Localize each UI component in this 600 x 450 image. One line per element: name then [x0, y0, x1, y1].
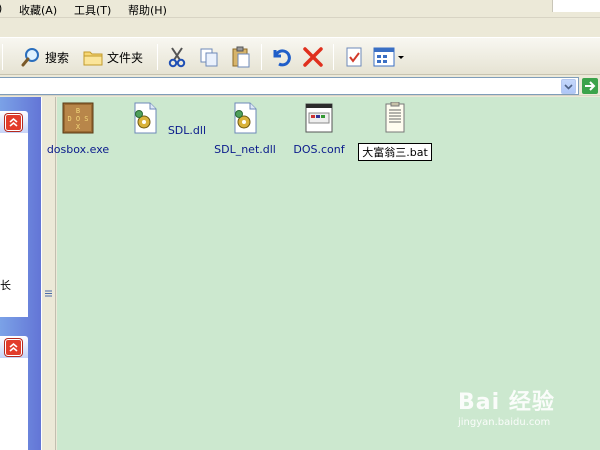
properties-button[interactable]	[343, 44, 365, 70]
address-field[interactable]	[0, 77, 579, 95]
file-name: DOS.conf	[293, 143, 345, 156]
file-item-dosbox[interactable]: B D O S X dosbox.exe	[38, 102, 118, 156]
task-panel-header	[0, 111, 28, 133]
file-name: SDL_net.dll	[214, 143, 276, 156]
delete-icon	[303, 47, 323, 67]
properties-icon	[346, 47, 362, 67]
views-icon	[373, 47, 404, 67]
paste-button[interactable]	[230, 44, 252, 70]
address-dropdown-button[interactable]	[561, 79, 576, 94]
file-view[interactable]: B D O S X dosbox.exe SDL.dll SDL_net.dll	[47, 97, 600, 450]
grip-icon	[45, 290, 52, 297]
menu-item-favorites[interactable]: 收藏(A)	[19, 2, 57, 18]
toolbar-separator	[333, 44, 334, 70]
go-arrow-icon	[582, 78, 598, 94]
toolbar-separator	[157, 44, 158, 70]
task-pane: 长	[0, 97, 41, 450]
menu-item-tools[interactable]: 工具(T)	[74, 2, 111, 18]
standard-toolbar: 搜索 文件夹	[0, 37, 600, 75]
chevron-up-double-icon	[9, 117, 18, 127]
search-label: 搜索	[45, 50, 70, 65]
svg-text:D O S: D O S	[67, 115, 88, 123]
dll-icon	[134, 102, 157, 134]
file-name: dosbox.exe	[46, 143, 110, 156]
file-item-sdl-net[interactable]: SDL_net.dll	[205, 102, 285, 156]
cut-button[interactable]	[166, 44, 188, 70]
file-item-sdl[interactable]: SDL.dll	[129, 102, 209, 137]
delete-button[interactable]	[302, 44, 324, 70]
menu-item-help[interactable]: 帮助(H)	[128, 2, 167, 18]
collapse-button[interactable]	[5, 114, 22, 131]
baidu-jingyan-watermark: Bai 经验 jingyan.baidu.com	[458, 384, 555, 428]
scissors-icon	[168, 47, 186, 68]
file-item-bat[interactable]: 大富翁三.bat	[355, 101, 435, 161]
address-bar	[0, 76, 600, 96]
task-panel-text-fragment: 长	[0, 279, 11, 292]
folders-label: 文件夹	[107, 50, 144, 65]
undo-button[interactable]	[270, 44, 292, 70]
file-item-dos-conf[interactable]: DOS.conf	[279, 102, 359, 156]
collapse-button[interactable]	[5, 339, 22, 356]
file-name: SDL.dll	[167, 124, 207, 137]
toolbar-separator	[2, 44, 3, 70]
svg-text:B: B	[76, 107, 80, 115]
go-button[interactable]	[582, 78, 598, 94]
task-panel-body: 长	[0, 133, 28, 317]
chevron-up-double-icon	[9, 342, 18, 352]
dosbox-icon: B D O S X	[62, 102, 94, 134]
file-name-rename-box[interactable]: 大富翁三.bat	[358, 143, 432, 161]
paste-icon	[232, 46, 250, 68]
watermark-url: jingyan.baidu.com	[458, 417, 551, 428]
menu-item-fragment[interactable]: )	[0, 2, 2, 15]
conf-icon	[305, 103, 333, 133]
task-panel-body	[0, 358, 28, 450]
bat-icon	[385, 101, 405, 133]
windows-logo-box	[552, 0, 600, 12]
undo-icon	[273, 49, 291, 67]
views-button[interactable]	[372, 44, 406, 70]
copy-icon	[200, 48, 218, 67]
dll-icon	[234, 102, 257, 134]
search-icon	[21, 48, 39, 67]
task-panel-header	[0, 336, 28, 358]
folders-button[interactable]: 文件夹	[82, 44, 143, 70]
toolbar-separator	[261, 44, 262, 70]
chevron-down-icon	[564, 84, 573, 90]
watermark-main-text: Bai 经验	[458, 390, 555, 415]
copy-button[interactable]	[198, 44, 220, 70]
menu-bar: ) 收藏(A) 工具(T) 帮助(H)	[0, 0, 600, 18]
search-button[interactable]: 搜索	[20, 44, 69, 70]
folders-icon	[83, 51, 103, 66]
